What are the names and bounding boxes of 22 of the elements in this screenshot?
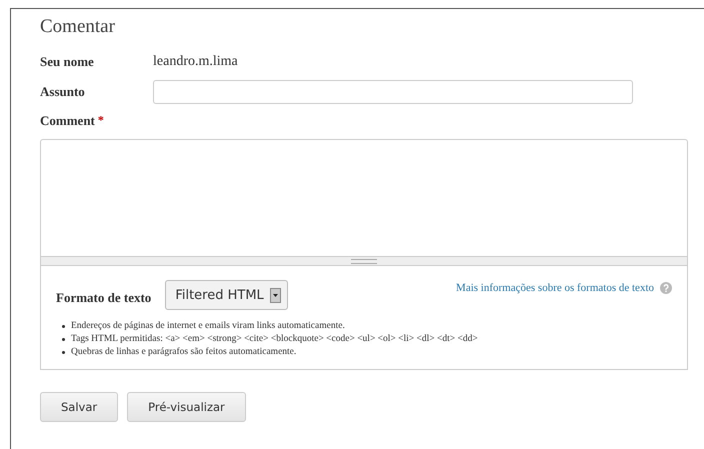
bullet-icon xyxy=(62,325,65,328)
caret-icon xyxy=(270,288,281,302)
format-tip: Tags HTML permitidas: <a> <em> <strong> <cite> <blockquote> <code> <ul> <ol> <li> <dl> <dt> <dd> xyxy=(71,333,478,346)
field-label: Assunto xyxy=(40,84,86,100)
resize-handle[interactable] xyxy=(40,257,688,266)
help-link[interactable]: Mais informações sobre os formatos de texto xyxy=(456,282,654,294)
bullet-icon xyxy=(62,351,65,354)
field-label: Formato de texto xyxy=(56,290,152,306)
format-dropdown[interactable]: Filtered HTML xyxy=(165,280,288,310)
bullet-icon xyxy=(62,338,65,341)
field-label: Comment xyxy=(40,113,95,130)
user-name: leandro.m.lima xyxy=(153,54,238,70)
subject-field[interactable] xyxy=(153,80,633,104)
form-title: Comentar xyxy=(40,15,116,39)
format-tip: Endereços de páginas de internet e emails viram links automaticamente. xyxy=(71,320,345,333)
comment-field[interactable] xyxy=(40,139,688,257)
form-button[interactable]: Pré-visualizar xyxy=(127,392,246,422)
format-tip: Quebras de linhas e parágrafos são feitos automaticamente. xyxy=(71,346,296,359)
form-button[interactable]: Salvar xyxy=(40,392,118,422)
help-icon[interactable] xyxy=(660,282,672,294)
field-label: Seu nome xyxy=(40,54,95,70)
required-mark: * xyxy=(98,113,104,129)
